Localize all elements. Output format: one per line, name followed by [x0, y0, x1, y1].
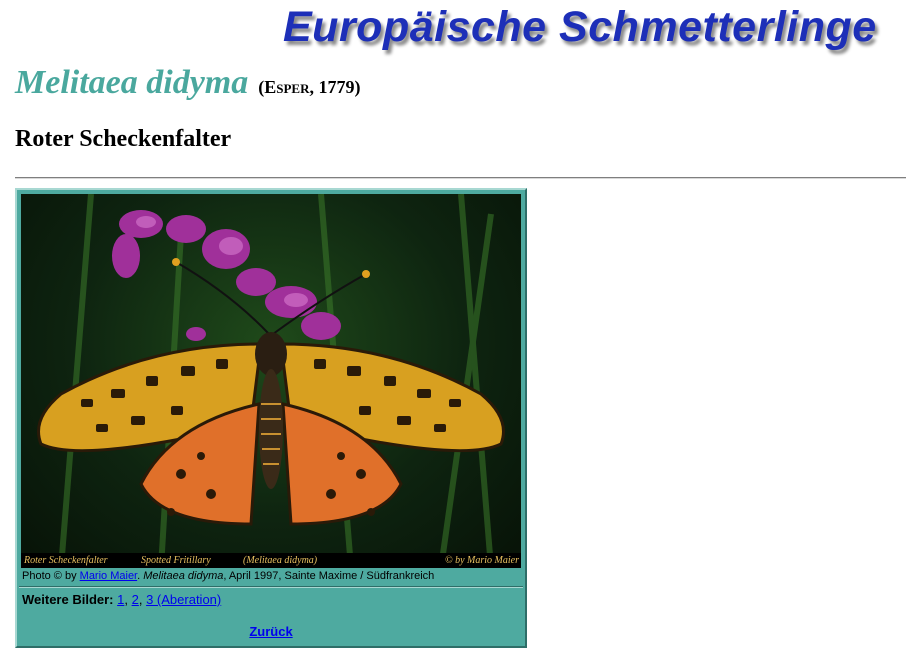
caption-details: , April 1997, Sainte Maxime / Südfrankre… — [223, 570, 435, 582]
photo-frame: Roter Scheckenfalter Spotted Fritillary … — [15, 188, 527, 648]
author-year: , 1779) — [309, 77, 361, 97]
strip-latin-name: (Melitaea didyma) — [243, 555, 318, 566]
more-images-label: Weitere Bilder: — [22, 592, 114, 607]
frame-separator — [19, 586, 523, 588]
back-nav: Zurück — [17, 624, 525, 639]
species-author: (Esper, 1779) — [258, 77, 360, 97]
photo-caption: Photo © by Mario Maier. Melitaea didyma,… — [22, 570, 435, 582]
photo-caption-strip: Roter Scheckenfalter Spotted Fritillary … — [21, 553, 521, 568]
back-link[interactable]: Zurück — [249, 624, 292, 639]
species-heading: Melitaea didyma (Esper, 1779) — [15, 64, 361, 108]
strip-german-name: Roter Scheckenfalter — [24, 555, 108, 566]
caption-species: Melitaea didyma — [143, 570, 224, 582]
strip-copyright: © by Mario Maier — [445, 555, 519, 566]
more-images: Weitere Bilder: 1, 2, 3 (Aberation) — [22, 592, 222, 607]
butterfly-photo: Roter Scheckenfalter Spotted Fritillary … — [21, 194, 521, 568]
species-scientific-name: Melitaea didyma — [15, 64, 249, 101]
more-image-link-2[interactable]: 2 — [132, 592, 139, 607]
species-common-name: Roter Scheckenfalter — [15, 126, 232, 152]
butterfly-illustration — [37, 194, 505, 568]
horizontal-divider — [15, 177, 906, 179]
caption-prefix: Photo © by — [22, 570, 77, 582]
more-image-link-3[interactable]: 3 (Aberation) — [146, 592, 221, 607]
more-image-link-1[interactable]: 1 — [117, 592, 124, 607]
strip-english-name: Spotted Fritillary — [141, 555, 211, 566]
site-title-logo: Europäische Schmetterlinge — [283, 3, 877, 51]
photographer-link[interactable]: Mario Maier — [80, 570, 137, 582]
author-name: Esper — [264, 77, 310, 97]
